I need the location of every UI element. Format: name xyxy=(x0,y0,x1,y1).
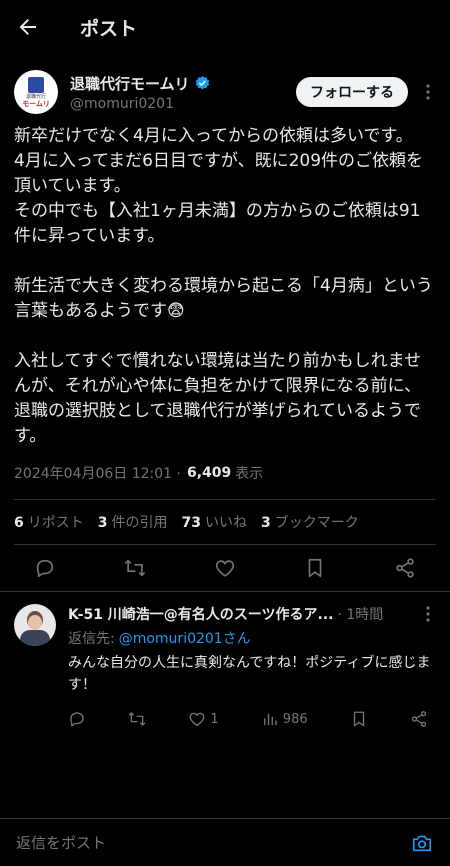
back-button[interactable] xyxy=(16,13,44,41)
reply-more-button[interactable] xyxy=(420,606,436,622)
reply-icon xyxy=(36,559,54,578)
logo-mark xyxy=(28,76,44,93)
replying-to: 返信先: @momuri0201さん xyxy=(68,628,436,648)
bookmarks-label: ブックマーク xyxy=(274,515,359,531)
like-button[interactable] xyxy=(214,557,236,579)
reply-like-button[interactable]: 1 xyxy=(188,710,219,728)
reply-share-button[interactable] xyxy=(410,710,428,728)
reply-bookmark-button[interactable] xyxy=(350,710,368,728)
views-chart-icon xyxy=(263,713,277,725)
likes-label: いいね xyxy=(204,515,247,531)
reply-icon xyxy=(70,712,84,727)
reposts-count: 6 xyxy=(14,515,24,531)
author-names: 退職代行モームリ @momuri0201 xyxy=(70,73,296,112)
reply-content: K-51 川崎浩一@有名人のスーツ作るア... · 1時間 返信先: @momur… xyxy=(68,604,436,728)
page-title: ポスト xyxy=(80,17,138,40)
quotes-stat[interactable]: 3 件の引用 xyxy=(98,512,168,532)
view-count: 6,409 xyxy=(186,465,232,481)
engagement-stats: 6 リポスト 3 件の引用 73 いいね 3 ブックマーク xyxy=(0,500,450,544)
reply-author-name[interactable]: K-51 川崎浩一@有名人のスーツ作るア... xyxy=(68,604,333,624)
more-vertical-icon xyxy=(426,606,430,622)
reply-input[interactable]: 返信をポスト xyxy=(16,832,410,853)
reply-action-bar: 1 986 xyxy=(68,710,436,728)
reply-text: みんな自分の人生に真剣なんですね！ポジティブに感じます！ xyxy=(68,655,431,693)
view-label: 表示 xyxy=(235,466,264,482)
more-vertical-icon xyxy=(426,84,430,100)
replying-to-label: 返信先: xyxy=(68,631,115,647)
share-button[interactable] xyxy=(394,557,416,579)
share-icon xyxy=(396,558,414,578)
avatar[interactable] xyxy=(14,604,56,646)
heart-icon xyxy=(189,712,205,727)
reply-views-button[interactable]: 986 xyxy=(261,710,308,728)
post-timestamp[interactable]: 2024年04月06日 12:01 · xyxy=(14,463,181,483)
reply-view-count: 986 xyxy=(282,711,308,727)
display-name[interactable]: 退職代行モームリ xyxy=(70,73,296,94)
arrow-left-icon xyxy=(19,19,36,35)
reposts-stat[interactable]: 6 リポスト xyxy=(14,512,84,532)
reply-item[interactable]: K-51 川崎浩一@有名人のスーツ作るア... · 1時間 返信先: @momur… xyxy=(0,592,450,728)
post-text: 新卒だけでなく4月に入ってからの依頼は多いです。 4月に入ってまだ6日目ですが、… xyxy=(14,126,433,446)
bookmark-icon xyxy=(353,711,364,727)
top-bar: ポスト xyxy=(0,0,450,54)
reply-time[interactable]: · 1時間 xyxy=(337,604,383,624)
avatar[interactable]: 退職代行 モームリ xyxy=(14,70,58,114)
reply-header: K-51 川崎浩一@有名人のスーツ作るア... · 1時間 xyxy=(68,604,436,624)
likes-stat[interactable]: 73 いいね xyxy=(182,512,247,532)
replying-to-link[interactable]: @momuri0201さん xyxy=(119,631,251,647)
reposts-label: リポスト xyxy=(27,515,84,531)
display-name-text: 退職代行モームリ xyxy=(70,74,190,93)
avatar-logo-line2: モームリ xyxy=(22,99,50,108)
bookmark-button[interactable] xyxy=(304,557,326,579)
bookmark-icon xyxy=(308,558,322,578)
post-author: 退職代行 モームリ 退職代行モームリ @momuri0201 フォローする xyxy=(0,54,450,114)
bookmarks-count: 3 xyxy=(260,515,271,531)
reply-compose-bar: 返信をポスト xyxy=(0,818,450,866)
post-action-bar xyxy=(0,545,450,591)
repost-icon xyxy=(124,559,146,577)
quotes-count: 3 xyxy=(97,515,108,531)
quotes-label: 件の引用 xyxy=(111,515,168,531)
repost-button[interactable] xyxy=(124,557,146,579)
post-meta: 2024年04月06日 12:01 · 6,409 表示 xyxy=(0,449,450,483)
heart-icon xyxy=(215,560,235,577)
follow-button[interactable]: フォローする xyxy=(296,77,408,107)
repost-icon xyxy=(128,712,146,726)
reply-repost-button[interactable] xyxy=(128,710,146,728)
reply-reply-button[interactable] xyxy=(68,710,86,728)
camera-button[interactable] xyxy=(410,831,434,855)
camera-icon xyxy=(412,835,432,851)
more-options-button[interactable] xyxy=(420,84,436,100)
likes-count: 73 xyxy=(181,515,201,531)
reply-like-count: 1 xyxy=(210,711,219,727)
reply-button[interactable] xyxy=(34,557,56,579)
verified-badge-icon xyxy=(194,75,211,92)
bookmarks-stat[interactable]: 3 ブックマーク xyxy=(261,512,359,532)
handle[interactable]: @momuri0201 xyxy=(70,96,296,112)
share-icon xyxy=(411,711,427,727)
